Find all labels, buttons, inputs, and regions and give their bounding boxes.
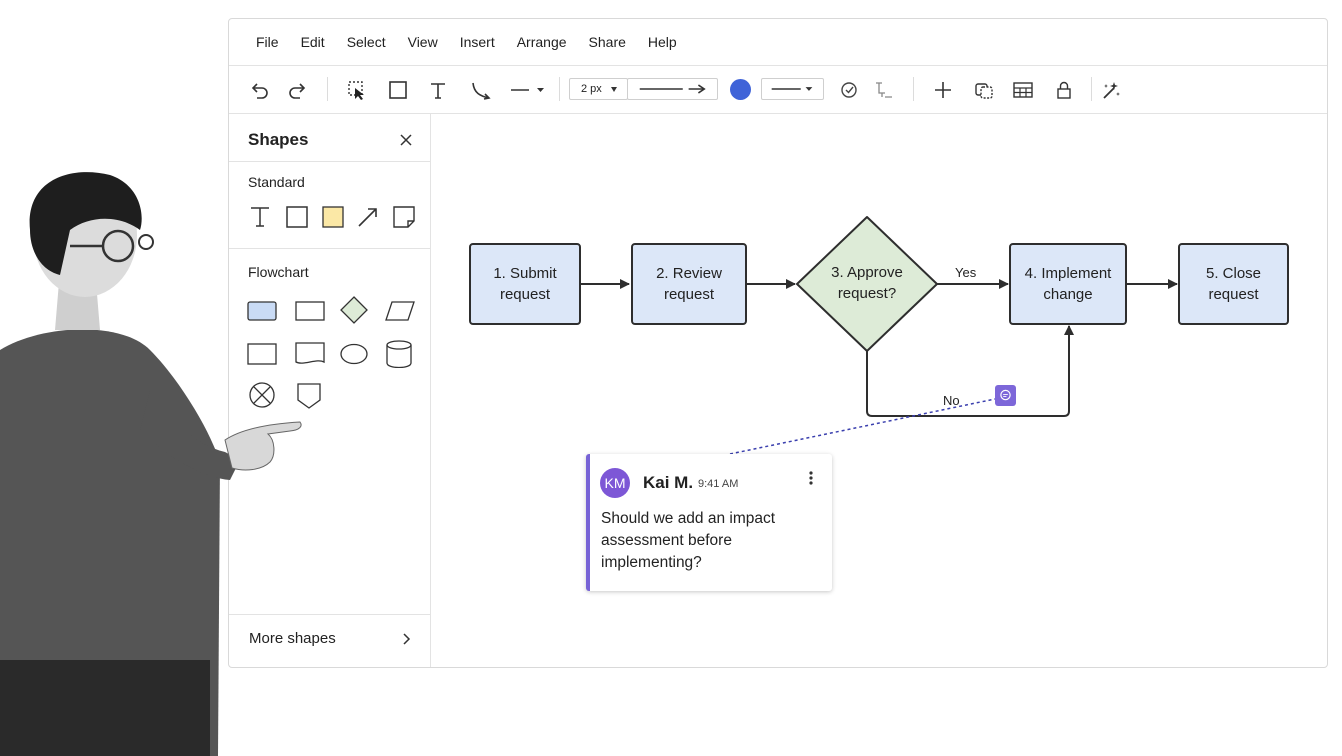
chevron-right-icon[interactable] — [399, 632, 413, 646]
node-label: 5. Close request — [1205, 265, 1262, 303]
rectangle-icon[interactable] — [385, 77, 411, 103]
node-submit-request[interactable]: 1. Submit request — [469, 243, 581, 325]
ellipse-icon[interactable] — [340, 343, 368, 365]
style-icon[interactable] — [836, 77, 862, 103]
node-implement-change[interactable]: 4. Implement change — [1009, 243, 1127, 325]
diagram-canvas[interactable]: 1. Submit request 2. Review request 3. A… — [432, 114, 1327, 667]
tree-icon[interactable] — [871, 77, 897, 103]
avatar-initials: KM — [604, 475, 626, 491]
comment-text: Should we add an impact assessment befor… — [601, 510, 776, 571]
node-review-request[interactable]: 2. Review request — [631, 243, 747, 325]
group-icon[interactable] — [971, 77, 997, 103]
line-style-icon[interactable] — [509, 77, 549, 103]
close-icon[interactable] — [397, 131, 415, 149]
menu-arrange[interactable]: Arrange — [517, 34, 567, 50]
menu-help[interactable]: Help — [648, 34, 677, 50]
stroke-width-value: 2 px — [581, 83, 602, 95]
line-end-icon — [639, 84, 706, 94]
border-style-icon — [771, 87, 813, 91]
connectors — [580, 216, 1178, 455]
diagram-app-window: File Edit Select View Insert Arrange Sha… — [228, 18, 1328, 668]
toolbar-divider — [327, 77, 328, 101]
comment-marker-icon[interactable] — [995, 385, 1016, 406]
node-label: 2. Review request — [656, 265, 722, 303]
toolbar-divider — [1091, 77, 1092, 101]
toolbar: 2 px — [229, 67, 1327, 114]
menu-bar: File Edit Select View Insert Arrange Sha… — [229, 19, 1327, 66]
toolbar-divider — [913, 77, 914, 101]
edge-3-4-no — [866, 325, 1074, 417]
node-label: 1. Submit request — [493, 265, 557, 303]
toolbar-divider — [559, 77, 560, 101]
node-label: 4. Implement change — [1024, 265, 1112, 303]
lock-icon[interactable] — [1051, 77, 1077, 103]
menu-edit[interactable]: Edit — [301, 34, 325, 50]
line-end-select[interactable] — [627, 78, 718, 100]
menu-select[interactable]: Select — [347, 34, 386, 50]
presenter-illustration — [0, 172, 302, 756]
border-style-select[interactable] — [761, 78, 824, 100]
undo-icon[interactable] — [246, 77, 272, 103]
decision-icon[interactable] — [340, 296, 368, 324]
data-icon[interactable] — [385, 301, 415, 321]
menu-insert[interactable]: Insert — [460, 34, 495, 50]
redo-icon[interactable] — [285, 77, 311, 103]
pointer-icon[interactable] — [344, 77, 370, 103]
avatar: KM — [600, 468, 630, 498]
comment-time: 9:41 AM — [698, 478, 739, 490]
sticky-note-icon[interactable] — [321, 205, 345, 229]
fill-color-swatch[interactable] — [730, 79, 751, 100]
menu-share[interactable]: Share — [589, 34, 626, 50]
edge-label-yes: Yes — [955, 265, 977, 280]
comment-author: Kai M. — [643, 473, 694, 492]
magic-icon[interactable] — [1098, 77, 1124, 103]
panel-title: Shapes — [248, 130, 309, 149]
node-approve-request[interactable]: 3. Approve request? — [815, 257, 919, 309]
stroke-width-select[interactable]: 2 px — [569, 78, 628, 100]
more-options-icon[interactable] — [806, 468, 816, 488]
node-close-request[interactable]: 5. Close request — [1178, 243, 1289, 325]
database-icon[interactable] — [386, 340, 412, 368]
connector-icon[interactable] — [468, 77, 494, 103]
add-icon[interactable] — [930, 77, 956, 103]
menu-file[interactable]: File — [256, 34, 279, 50]
node-label: 3. Approve request? — [831, 264, 903, 302]
menu-view[interactable]: View — [408, 34, 438, 50]
edge-label-no: No — [943, 393, 960, 408]
table-icon[interactable] — [1010, 77, 1036, 103]
text-icon[interactable] — [425, 77, 451, 103]
comment-card[interactable]: KM Kai M. 9:41 AM Should we add an impac… — [586, 454, 832, 591]
arrow-shape-icon[interactable] — [356, 205, 380, 229]
chevron-down-icon — [610, 86, 617, 92]
note-shape-icon[interactable] — [392, 205, 416, 229]
